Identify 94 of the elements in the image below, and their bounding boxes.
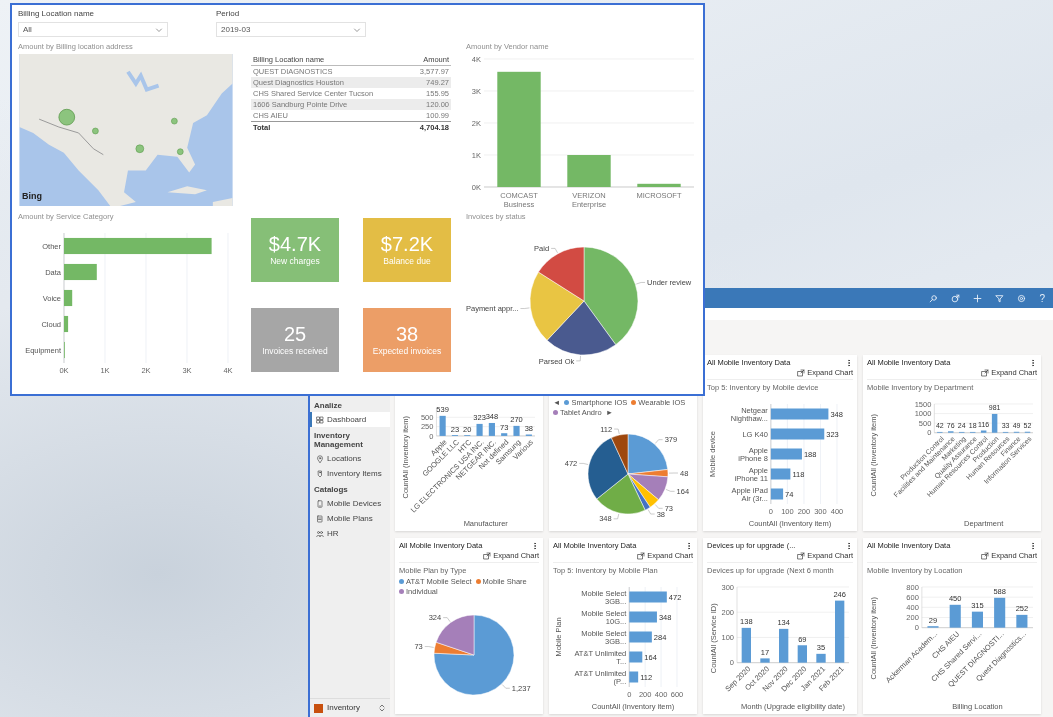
bar (439, 415, 446, 436)
kpi-label: Expected invoices (372, 344, 442, 358)
more-icon[interactable] (1029, 542, 1037, 550)
bar (64, 289, 73, 307)
bar (770, 448, 802, 460)
kpi-label: New charges (270, 254, 320, 268)
pin-icon (316, 454, 324, 463)
more-icon[interactable] (845, 359, 853, 367)
nav-item[interactable]: Inventory Items (310, 466, 390, 481)
dropdown-field[interactable]: 2019-03 (216, 22, 366, 37)
document-icon (316, 514, 324, 523)
section-heading: Inventory Management (313, 430, 364, 451)
filter-icon[interactable] (995, 293, 1005, 303)
section-heading: Analize (313, 400, 343, 412)
expand-icon (637, 552, 646, 560)
leader-line (613, 428, 620, 435)
leader-line (655, 439, 663, 444)
bar (476, 423, 483, 436)
pie-slice (529, 271, 585, 341)
settings-icon[interactable] (1017, 293, 1027, 303)
bar (629, 671, 639, 683)
map-credit: Bing (22, 189, 42, 203)
bar (567, 155, 611, 187)
leader-line (613, 513, 620, 520)
leader-line (502, 684, 511, 689)
bar (770, 428, 825, 440)
bar (835, 600, 845, 663)
expand-icon (981, 369, 990, 377)
bar (770, 408, 829, 420)
people-icon (316, 529, 324, 538)
bar (629, 631, 652, 643)
bar (501, 433, 508, 436)
leader-line (575, 355, 581, 362)
bar (971, 611, 983, 628)
tag-icon (316, 469, 324, 478)
leader-line (424, 646, 434, 648)
bar (629, 611, 657, 623)
search-icon[interactable] (929, 293, 939, 303)
more-icon[interactable] (1029, 359, 1037, 367)
filter-label: Billing Location name (18, 8, 96, 20)
kpi-value: $7.2K (380, 232, 434, 255)
nav-item[interactable]: Mobile Plans (310, 511, 390, 526)
kpi-label: Invoices received (262, 344, 328, 358)
bar (991, 413, 998, 433)
nav-item[interactable]: HR (310, 526, 390, 541)
leader-line (636, 282, 646, 285)
bar (629, 591, 667, 603)
bar (949, 604, 961, 628)
more-icon[interactable] (685, 542, 693, 550)
bar (741, 627, 751, 663)
chevron-down-icon (353, 25, 361, 34)
bar (816, 653, 826, 663)
chevron-down-icon (155, 25, 163, 34)
expand-icon (797, 552, 806, 560)
bar (1016, 614, 1028, 628)
bar (779, 628, 789, 663)
leader-line (520, 307, 530, 309)
bar (760, 658, 770, 663)
more-icon[interactable] (531, 542, 539, 550)
bar (637, 183, 681, 187)
leader-line (550, 248, 558, 254)
kpi-value: 25 (283, 322, 307, 345)
bar (797, 645, 807, 663)
nav-item[interactable]: Dashboard (310, 412, 390, 427)
up-down-chevron-icon (378, 704, 386, 712)
expand-icon (981, 552, 990, 560)
bar (64, 315, 69, 333)
kpi-label: Balance due (383, 254, 431, 268)
kpi-value: 38 (395, 322, 419, 345)
bar (629, 651, 643, 663)
leader-line (665, 489, 675, 492)
kpi-value: $4.7K (268, 232, 322, 255)
app-icon (314, 703, 323, 713)
leader-line (442, 617, 451, 622)
phone-icon (316, 499, 324, 508)
bar (770, 488, 784, 500)
dropdown-field[interactable]: All (18, 22, 168, 37)
bar (994, 597, 1006, 628)
expand-icon (797, 369, 806, 377)
bar (980, 430, 987, 433)
section-heading: Catalogs (313, 484, 349, 496)
more-icon[interactable] (845, 542, 853, 550)
bar (488, 422, 495, 436)
help-icon[interactable]: ? (1039, 290, 1045, 306)
bar (513, 425, 520, 436)
nav-item[interactable]: Locations (310, 451, 390, 466)
dashboard-icon (316, 415, 324, 424)
expand-icon (483, 552, 492, 560)
bar (770, 468, 791, 480)
plus-icon[interactable] (973, 293, 983, 303)
leader-line (578, 463, 589, 465)
nav-item[interactable]: Mobile Devices (310, 496, 390, 511)
filter-label: Period (216, 8, 241, 20)
bar (64, 263, 97, 281)
